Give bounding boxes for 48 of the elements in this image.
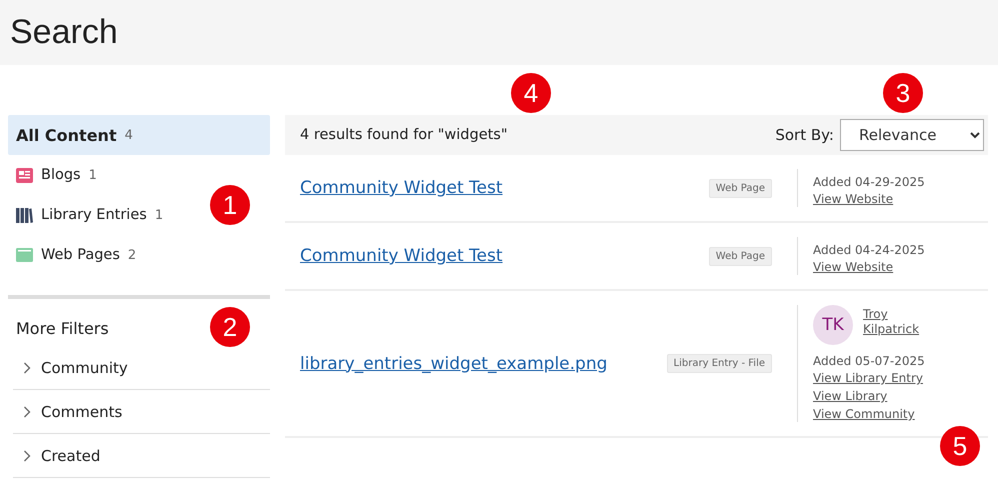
- view-link[interactable]: View Community: [813, 407, 988, 422]
- callout-number: 2: [210, 307, 250, 347]
- filter-label: All Content: [16, 126, 117, 144]
- view-link[interactable]: View Website: [813, 192, 988, 207]
- result-title-link[interactable]: Community Widget Test: [300, 178, 709, 198]
- filter-label: Web Pages: [41, 247, 120, 263]
- content-type-tag: Web Page: [708, 178, 772, 198]
- content-type-filter[interactable]: All Content 4: [8, 115, 270, 155]
- filter-label: Library Entries: [41, 207, 147, 223]
- result-count: 1: [154, 208, 164, 222]
- chevron-right-icon[interactable]: [23, 362, 31, 374]
- result-title-link[interactable]: Community Widget Test: [300, 246, 709, 266]
- result-title-link[interactable]: library_entries_widget_example.png: [300, 354, 667, 374]
- callout-number: 1: [210, 185, 250, 225]
- results-summary: 4 results found for "widgets": [300, 127, 508, 143]
- books-icon: [16, 208, 33, 222]
- chevron-right-icon[interactable]: [23, 450, 31, 462]
- content-type-filter[interactable]: Library Entries 1: [8, 195, 172, 235]
- content-type-tag: Library Entry - File: [666, 354, 772, 373]
- filter-section-label[interactable]: Comments: [41, 402, 122, 420]
- chevron-right-icon[interactable]: [23, 406, 31, 418]
- result-count: 4: [124, 128, 133, 142]
- result-count: 2: [128, 248, 136, 262]
- filter-section-label[interactable]: Community: [41, 358, 128, 376]
- view-link[interactable]: View Website: [813, 260, 988, 275]
- more-filters-heading: More Filters: [16, 319, 109, 338]
- content-type-filter[interactable]: Blogs 1: [8, 155, 105, 195]
- callout-number: 4: [511, 73, 551, 113]
- page-title: Search: [10, 13, 118, 52]
- view-link[interactable]: View Library Entry: [813, 371, 988, 386]
- author-link[interactable]: Kilpatrick: [863, 322, 920, 337]
- content-type-tag: Web Page: [708, 246, 772, 266]
- added-date: Added 05-07-2025: [813, 354, 926, 368]
- callout-number: 5: [940, 426, 980, 466]
- filter-label: Blogs: [41, 167, 81, 183]
- content-type-filter[interactable]: Web Pages 2: [8, 235, 144, 275]
- newspaper-icon: [16, 168, 33, 182]
- view-link[interactable]: View Library: [813, 389, 988, 404]
- author-link[interactable]: Troy: [863, 307, 920, 322]
- avatar: TK: [813, 305, 853, 345]
- added-date: Added 04-24-2025: [813, 243, 926, 257]
- filter-section-label[interactable]: Created: [41, 446, 100, 464]
- result-count: 1: [88, 168, 97, 182]
- sort-label: Sort By:: [775, 126, 834, 144]
- browser-window-icon: [16, 248, 33, 262]
- sort-select[interactable]: Relevance: [840, 119, 984, 151]
- added-date: Added 04-29-2025: [813, 175, 926, 189]
- callout-number: 3: [883, 73, 923, 113]
